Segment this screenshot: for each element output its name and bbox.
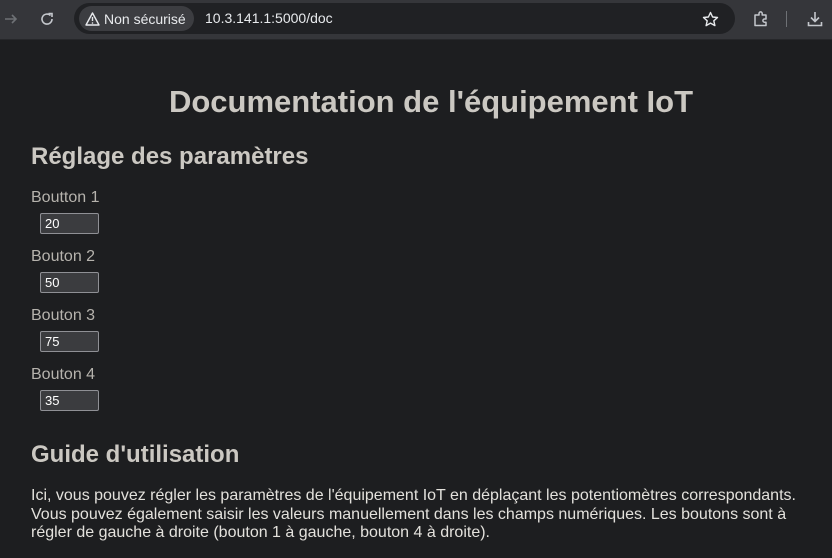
security-indicator[interactable]: Non sécurisé — [79, 6, 194, 31]
page-title: Documentation de l'équipement IoT — [168, 84, 694, 119]
param-label-3: Bouton 3 — [31, 307, 96, 324]
param-label-1: Boutton 1 — [31, 189, 100, 206]
toolbar-divider — [786, 11, 787, 27]
param-label-2: Bouton 2 — [31, 248, 96, 265]
security-label: Non sécurisé — [104, 10, 186, 27]
download-icon[interactable] — [805, 9, 825, 29]
reload-icon[interactable] — [37, 9, 57, 29]
param-input-3[interactable] — [40, 331, 99, 352]
extensions-puzzle-icon[interactable] — [751, 9, 771, 29]
url-text[interactable]: 10.3.141.1:5000/doc — [205, 10, 333, 26]
param-input-4[interactable] — [40, 390, 99, 411]
address-bar[interactable]: Non sécurisé 10.3.141.1:5000/doc — [74, 3, 735, 34]
page-content: Documentation de l'équipement IoT Réglag… — [0, 41, 832, 558]
param-label-4: Bouton 4 — [31, 366, 96, 383]
bookmark-star-icon[interactable] — [700, 9, 720, 29]
browser-toolbar: Non sécurisé 10.3.141.1:5000/doc — [0, 0, 832, 40]
warning-triangle-icon — [84, 11, 100, 27]
param-input-1[interactable] — [40, 213, 99, 234]
guide-paragraph: Ici, vous pouvez régler les paramètres d… — [31, 487, 796, 542]
param-input-2[interactable] — [40, 272, 99, 293]
settings-heading: Réglage des paramètres — [31, 143, 309, 170]
guide-heading: Guide d'utilisation — [31, 441, 240, 468]
forward-arrow-icon[interactable] — [1, 9, 21, 29]
